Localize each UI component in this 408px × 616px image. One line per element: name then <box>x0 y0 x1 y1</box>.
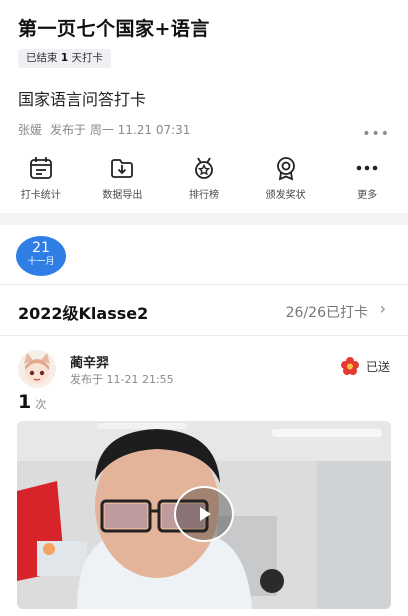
sent-label: 已送 <box>365 359 390 374</box>
folder-download-icon <box>111 159 134 178</box>
class-row[interactable]: 2022级Klasse2 26/26已打卡 › <box>0 284 408 336</box>
tool-award-certificate[interactable]: 颁发奖状 <box>245 150 327 210</box>
tool-checkin-stats[interactable]: 打卡统计 <box>0 150 82 210</box>
tool-label: 排行榜 <box>188 190 219 201</box>
status-badge: 已结束 1 天打卡 <box>18 49 111 68</box>
play-button[interactable] <box>174 486 234 542</box>
publish-meta: 张媛 发布于 周一 11.21 07:31 <box>18 121 190 138</box>
award-ribbon-icon <box>276 157 295 181</box>
date-selector[interactable]: 21 十一月 <box>16 236 66 276</box>
date-day: 21 <box>32 240 50 256</box>
tool-label: 数据导出 <box>102 190 143 201</box>
tool-label: 更多 <box>357 190 378 201</box>
author-name: 张媛 <box>18 123 43 137</box>
play-icon <box>200 507 211 521</box>
badge-count: 1 <box>60 52 69 64</box>
more-dots-icon <box>356 165 378 171</box>
page-title: 第一页七个国家+语言 <box>18 18 210 40</box>
sent-flower-button[interactable]: 已送 <box>340 356 390 376</box>
class-name: 2022级Klasse2 <box>18 304 149 323</box>
tool-leaderboard[interactable]: 排行榜 <box>163 150 245 210</box>
more-options-icon[interactable]: ••• <box>362 126 390 142</box>
calendar-stats-icon <box>29 157 52 179</box>
badge-unit: 天打卡 <box>71 52 104 64</box>
tool-label: 颁发奖状 <box>265 190 306 201</box>
tool-label: 打卡统计 <box>20 190 61 201</box>
user-name[interactable]: 蔺辛羿 <box>70 352 109 371</box>
times-value: 1 <box>18 391 32 413</box>
chevron-right-icon: › <box>379 299 386 318</box>
tool-data-export[interactable]: 数据导出 <box>82 150 164 210</box>
checkin-times: 1次 <box>18 391 46 413</box>
badge-status: 已结束 <box>26 52 58 64</box>
star-medal-icon <box>195 157 213 179</box>
section-divider <box>0 213 408 225</box>
tool-more[interactable]: 更多 <box>326 150 408 210</box>
times-unit: 次 <box>35 398 47 411</box>
publish-time: 发布于 周一 11.21 07:31 <box>50 123 191 137</box>
post-time: 发布于 11-21 21:55 <box>70 373 174 386</box>
date-month: 十一月 <box>27 257 55 267</box>
flower-icon <box>340 357 359 375</box>
avatar[interactable] <box>18 350 56 388</box>
toolbar: 打卡统计 数据导出 排行榜 颁发奖状 更多 <box>0 150 408 210</box>
checkin-count: 26/26已打卡 <box>285 305 368 321</box>
activity-subtitle: 国家语言问答打卡 <box>18 90 147 109</box>
